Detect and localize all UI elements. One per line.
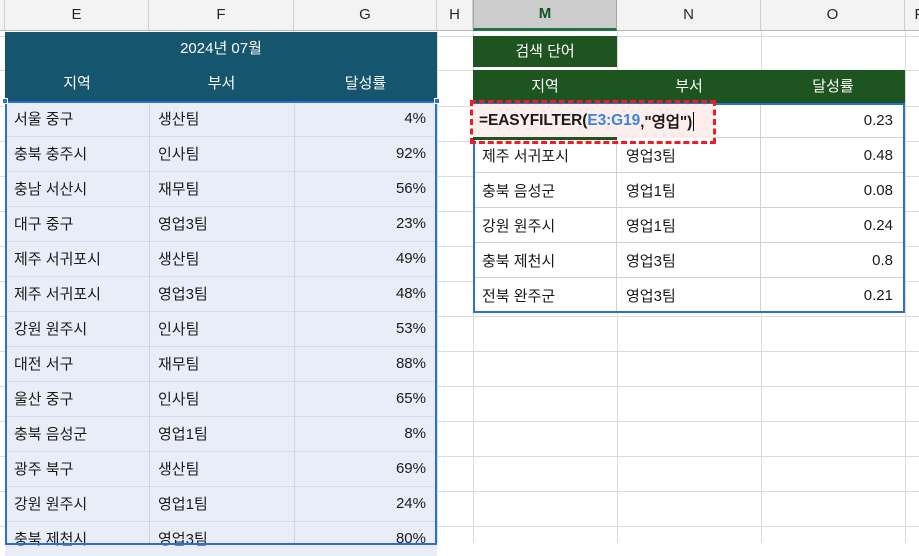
source-cell-region[interactable]: 광주 북구	[5, 451, 149, 486]
column-header-F[interactable]: F	[149, 0, 294, 30]
selection-handle-top-right[interactable]	[434, 98, 440, 104]
source-cell-rate[interactable]: 92%	[294, 136, 437, 171]
source-cell-region[interactable]: 충북 음성군	[5, 416, 149, 451]
formula-suffix: ,"영업")	[640, 114, 693, 131]
source-cell-rate[interactable]: 69%	[294, 451, 437, 486]
search-label: 검색 단어	[515, 43, 575, 60]
spreadsheet-canvas: E F G H M N O P 2024년 07월 지역 부서 달성률 서울 중…	[0, 0, 919, 556]
result-cell-region[interactable]: 제주 서귀포시	[473, 138, 617, 173]
result-cell-rate[interactable]: 0.21	[761, 278, 905, 313]
selection-handle-top-left[interactable]	[2, 98, 8, 104]
column-header-O[interactable]: O	[761, 0, 905, 30]
result-cell-rate[interactable]: 0.23	[761, 103, 905, 138]
result-cell-team[interactable]: 영업1팀	[617, 208, 761, 243]
source-cell-rate[interactable]: 24%	[294, 486, 437, 521]
source-cell-team[interactable]: 영업3팀	[149, 521, 294, 556]
source-cell-rate[interactable]: 56%	[294, 171, 437, 206]
source-cell-region[interactable]: 대구 중구	[5, 206, 149, 241]
result-cell-region[interactable]: 충북 제천시	[473, 243, 617, 278]
text-caret	[693, 111, 695, 131]
source-cell-rate[interactable]: 65%	[294, 381, 437, 416]
source-cell-team[interactable]: 재무팀	[149, 346, 294, 381]
formula-range-reference: E3:G19	[587, 112, 641, 129]
source-column-divider	[294, 101, 295, 543]
column-header-P[interactable]: P	[905, 0, 919, 30]
result-cell-region[interactable]: 강원 원주시	[473, 208, 617, 243]
result-col-header-rate: 달성률	[812, 78, 854, 95]
row-header-corner	[0, 0, 5, 30]
source-cell-region[interactable]: 울산 중구	[5, 381, 149, 416]
source-cell-region[interactable]: 제주 서귀포시	[5, 241, 149, 276]
column-header-N[interactable]: N	[617, 0, 761, 30]
source-cell-team[interactable]: 생산팀	[149, 451, 294, 486]
source-cell-team[interactable]: 생산팀	[149, 101, 294, 136]
grid-column-line	[437, 31, 438, 543]
result-col-header-region: 지역	[531, 78, 559, 95]
column-header-bar: E F G H M N O P	[0, 0, 919, 31]
source-cell-rate[interactable]: 23%	[294, 206, 437, 241]
source-cell-team[interactable]: 재무팀	[149, 171, 294, 206]
source-cell-team[interactable]: 인사팀	[149, 136, 294, 171]
source-cell-team[interactable]: 생산팀	[149, 241, 294, 276]
source-cell-rate[interactable]: 80%	[294, 521, 437, 556]
source-cell-region[interactable]: 강원 원주시	[5, 486, 149, 521]
source-cell-team[interactable]: 인사팀	[149, 311, 294, 346]
source-cell-team[interactable]: 인사팀	[149, 381, 294, 416]
source-cell-rate[interactable]: 88%	[294, 346, 437, 381]
column-header-G[interactable]: G	[294, 0, 437, 30]
source-cell-region[interactable]: 충북 충주시	[5, 136, 149, 171]
result-cell-region[interactable]: 충북 음성군	[473, 173, 617, 208]
source-cell-region[interactable]: 충북 제천시	[5, 521, 149, 556]
result-cell-team[interactable]: 영업1팀	[617, 173, 761, 208]
column-header-M[interactable]: M	[473, 0, 617, 31]
source-cell-rate[interactable]: 4%	[294, 101, 437, 136]
result-cell-rate[interactable]: 0.8	[761, 243, 905, 278]
result-cell-rate[interactable]: 0.24	[761, 208, 905, 243]
source-cell-region[interactable]: 강원 원주시	[5, 311, 149, 346]
source-col-header-region: 지역	[63, 74, 91, 92]
source-table-title: 2024년 07월	[180, 40, 262, 57]
column-header-H[interactable]: H	[437, 0, 473, 30]
result-cell-team[interactable]: 영업3팀	[617, 138, 761, 173]
source-cell-team[interactable]: 영업3팀	[149, 206, 294, 241]
source-cell-region[interactable]: 대전 서구	[5, 346, 149, 381]
result-cell-rate[interactable]: 0.08	[761, 173, 905, 208]
grid-column-line	[905, 31, 906, 543]
source-cell-team[interactable]: 영업1팀	[149, 416, 294, 451]
source-cell-rate[interactable]: 49%	[294, 241, 437, 276]
source-cell-rate[interactable]: 8%	[294, 416, 437, 451]
source-col-header-rate: 달성률	[344, 74, 387, 92]
formula-edit-cell[interactable]: =EASYFILTER(E3:G19 ,"영업")	[473, 104, 713, 138]
source-cell-region[interactable]: 서울 중구	[5, 101, 149, 136]
source-cell-team[interactable]: 영업1팀	[149, 486, 294, 521]
spill-marker	[473, 137, 617, 140]
source-cell-region[interactable]: 충남 서산시	[5, 171, 149, 206]
result-col-header-team: 부서	[675, 78, 703, 95]
source-cell-rate[interactable]: 53%	[294, 311, 437, 346]
source-cell-rate[interactable]: 48%	[294, 276, 437, 311]
source-cell-team[interactable]: 영업3팀	[149, 276, 294, 311]
result-cell-team[interactable]: 영업3팀	[617, 278, 761, 313]
result-cell-team[interactable]: 영업3팀	[617, 243, 761, 278]
source-column-divider	[149, 101, 150, 543]
result-cell-rate[interactable]: 0.48	[761, 138, 905, 173]
result-cell-region[interactable]: 전북 완주군	[473, 278, 617, 313]
source-col-header-team: 부서	[207, 74, 236, 92]
source-cell-region[interactable]: 제주 서귀포시	[5, 276, 149, 311]
column-header-E[interactable]: E	[5, 0, 149, 30]
formula-prefix: =EASYFILTER(	[479, 112, 588, 129]
